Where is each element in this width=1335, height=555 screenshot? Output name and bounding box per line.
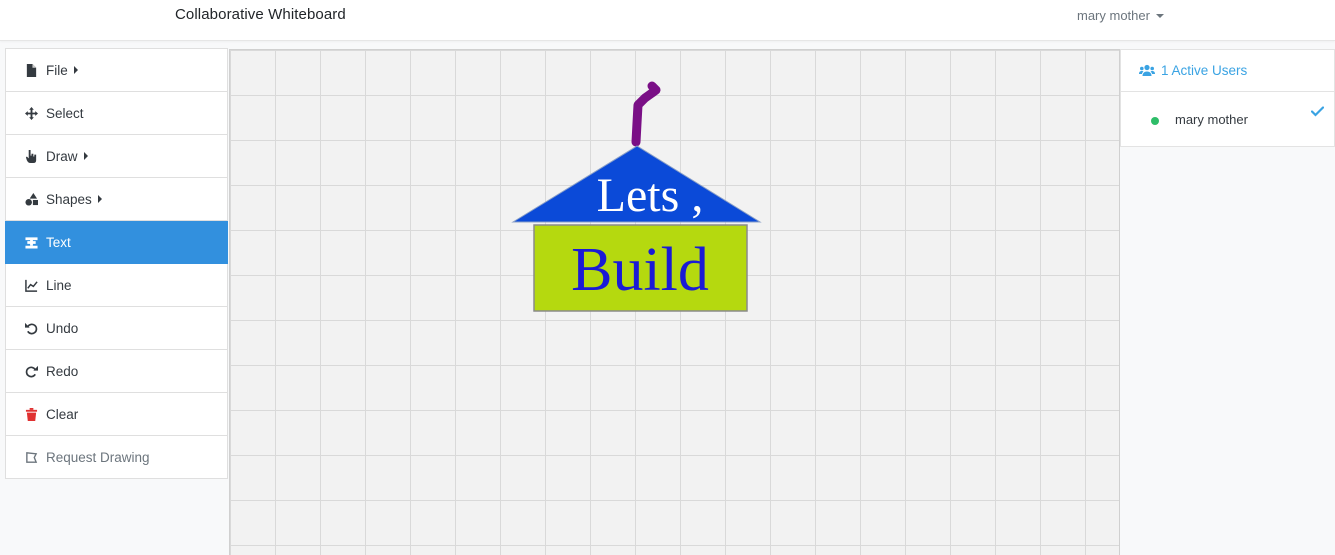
tool-clear[interactable]: Clear [5,393,228,436]
move-icon [24,106,38,120]
user-dropdown[interactable]: mary mother [1077,8,1164,23]
roof-text[interactable]: Lets , [597,169,704,222]
tool-label: Select [46,105,84,121]
active-users-panel: 1 Active Users mary mother [1120,49,1335,147]
tool-redo[interactable]: Redo [5,350,228,393]
active-users-count: 1 Active Users [1161,63,1248,78]
user-list-item[interactable]: mary mother [1121,92,1334,147]
user-list-name: mary mother [1175,112,1248,127]
text-icon [24,235,38,249]
caret-right-icon [97,195,102,203]
hand-pointer-icon [24,149,38,163]
users-icon [1139,64,1155,76]
freehand-stroke[interactable] [631,81,661,147]
chevron-down-icon [1155,14,1164,18]
undo-icon [24,321,38,335]
box-text[interactable]: Build [571,236,709,304]
tool-label: Shapes [46,191,92,207]
top-navbar: Collaborative Whiteboard mary mother [0,0,1335,41]
tool-undo[interactable]: Undo [5,307,228,350]
tool-label: Redo [46,363,79,379]
tool-label: Request Drawing [46,449,150,465]
drawing-layer: Lets , Build [511,81,762,312]
tool-shapes[interactable]: Shapes [5,178,228,221]
line-chart-icon [24,278,38,292]
tool-label: Text [46,234,71,250]
trash-icon [24,407,38,421]
caret-right-icon [83,152,88,160]
app-title[interactable]: Collaborative Whiteboard [175,6,346,23]
caret-right-icon [73,66,78,74]
tool-label: Line [46,277,72,293]
online-status-icon [1151,117,1159,125]
tool-select[interactable]: Select [5,92,228,135]
whiteboard-canvas[interactable]: Lets , Build [229,49,1120,555]
tool-draw[interactable]: Draw [5,135,228,178]
tool-sidebar: File Select Draw Shapes Text Line Undo R… [5,48,228,479]
shapes-icon [24,192,38,206]
request-icon [24,450,38,464]
tool-label: File [46,62,68,78]
tool-label: Draw [46,148,78,164]
tool-line[interactable]: Line [5,264,228,307]
tool-label: Clear [46,406,79,422]
tool-file[interactable]: File [5,48,228,92]
file-icon [24,63,38,77]
check-icon [1311,106,1324,117]
user-name: mary mother [1077,8,1150,23]
active-users-header: 1 Active Users [1121,50,1334,92]
redo-icon [24,364,38,378]
tool-request-drawing[interactable]: Request Drawing [5,436,228,479]
tool-text[interactable]: Text [5,221,228,264]
tool-label: Undo [46,320,79,336]
